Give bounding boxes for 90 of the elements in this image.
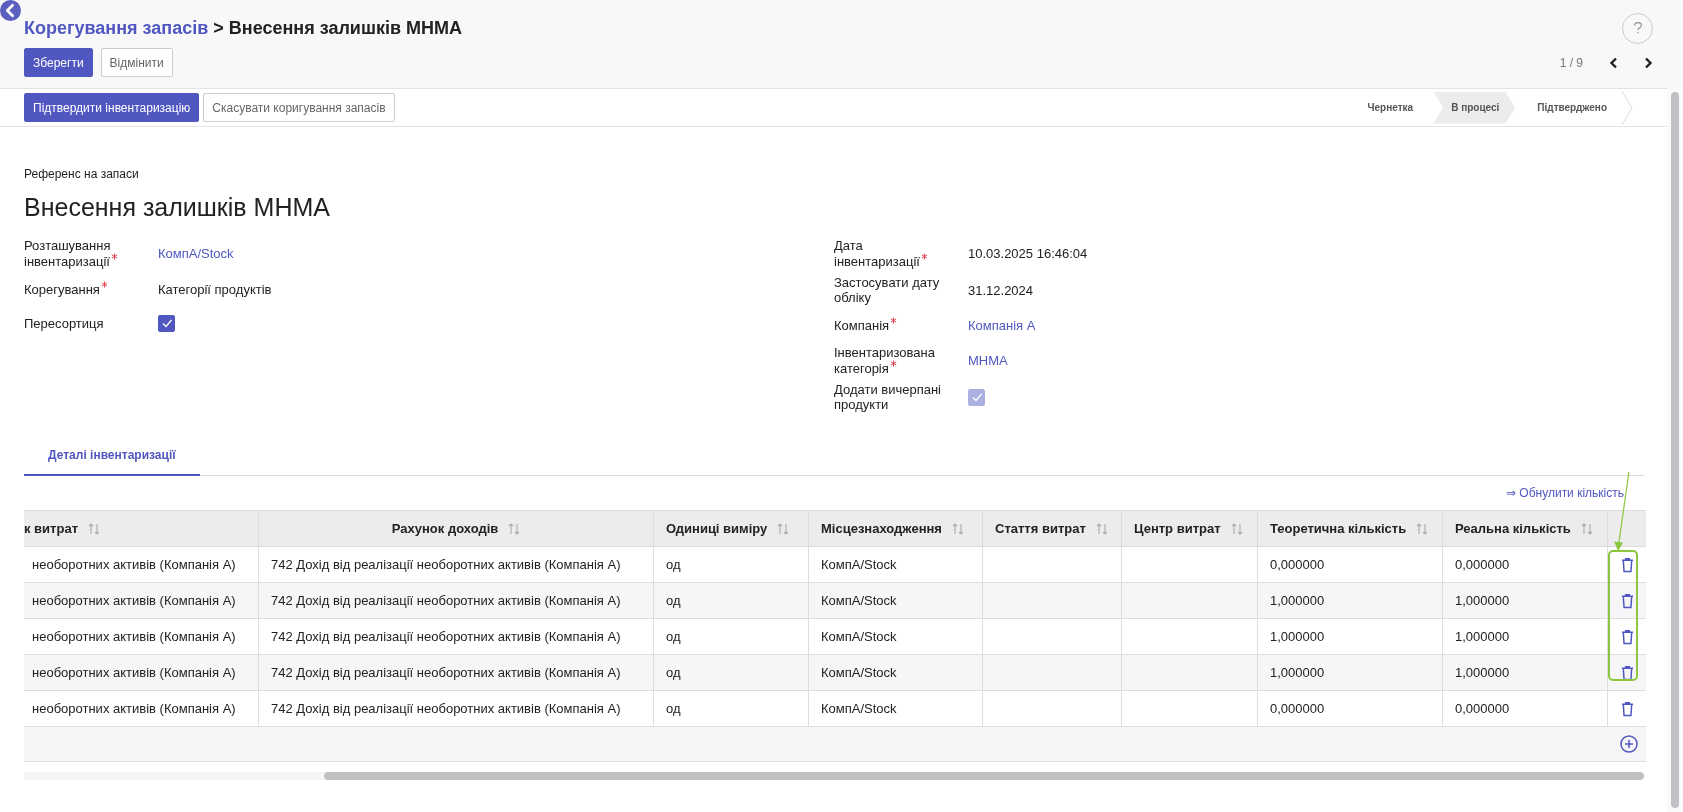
table-cell: од — [666, 557, 681, 572]
confirm-button[interactable]: Підтвердити інвентаризацію — [24, 93, 200, 122]
field-value: Категорії продуктів — [158, 281, 272, 297]
add-icon[interactable] — [1620, 735, 1638, 753]
checkbox[interactable] — [158, 314, 175, 332]
save-button[interactable]: Зберегти — [24, 48, 93, 77]
back-icon[interactable] — [0, 0, 21, 21]
column-header[interactable]: Центр витрат — [1122, 511, 1258, 546]
help-button[interactable] — [1622, 12, 1653, 44]
status-stage[interactable]: В процесі — [1433, 91, 1516, 124]
sort-icon[interactable] — [1416, 521, 1429, 536]
table-cell: 0,000000 — [1455, 701, 1510, 716]
table-cell: необоротних активів (Компанія А) — [32, 665, 236, 680]
sort-icon[interactable] — [951, 521, 964, 536]
trash-icon[interactable] — [1620, 700, 1634, 717]
sort-icon[interactable] — [777, 521, 790, 536]
page-title: Внесення залишків МНМА — [228, 17, 462, 39]
field-link[interactable]: Компанія А — [968, 317, 1036, 333]
vertical-scrollbar[interactable] — [1667, 88, 1683, 812]
field-label: Додати вичерпані продукти — [834, 382, 941, 412]
table-cell: КомпА/Stock — [821, 665, 897, 680]
column-header[interactable]: к витрат — [24, 511, 259, 546]
table-cell: КомпА/Stock — [821, 593, 897, 608]
sort-icon[interactable] — [1095, 521, 1108, 536]
table-cell: од — [666, 665, 681, 680]
check-icon — [160, 317, 173, 329]
next-icon[interactable] — [1643, 56, 1653, 69]
field-value: 31.12.2024 — [968, 282, 1034, 298]
trash-icon[interactable] — [1620, 556, 1634, 573]
horizontal-scrollbar[interactable] — [24, 772, 1644, 780]
table-cell: 1,000000 — [1455, 593, 1510, 608]
column-header[interactable]: Місцезнаходження — [809, 511, 983, 546]
table-cell: 1,000000 — [1270, 629, 1325, 644]
field-label: Застосувати дату обліку — [834, 275, 940, 305]
table-cell: КомпА/Stock — [821, 701, 897, 716]
field-value: 10.03.2025 16:46:04 — [968, 246, 1088, 261]
status-stage[interactable]: Чернетка — [1349, 91, 1430, 124]
field-label: Компанія — [834, 318, 890, 333]
table-cell: 742 Дохід від реалізації необоротних активів (Компанія А) — [271, 593, 621, 608]
sort-icon[interactable] — [88, 521, 100, 536]
table-cell: од — [666, 629, 681, 644]
record-title: Внесення залишків МНМА — [24, 193, 331, 222]
table-cell: КомпА/Stock — [821, 557, 897, 572]
field-label: Корегування — [24, 282, 100, 297]
table-cell: 0,000000 — [1270, 701, 1325, 716]
table-cell: КомпА/Stock — [821, 629, 897, 644]
column-header[interactable]: Рахунок доходів — [259, 511, 654, 546]
sort-icon[interactable] — [1580, 521, 1593, 536]
status-stage[interactable]: Підтверджено — [1519, 91, 1623, 124]
field-label: Розташування інвентаризації — [24, 238, 111, 269]
table-cell: 742 Дохід від реалізації необоротних активів (Компанія А) — [271, 557, 621, 572]
field-link[interactable]: КомпА/Stock — [158, 246, 234, 261]
trash-icon[interactable] — [1620, 628, 1634, 645]
trash-icon[interactable] — [1620, 664, 1634, 681]
table-cell: необоротних активів (Компанія А) — [32, 557, 236, 572]
sort-icon[interactable] — [508, 521, 521, 536]
table-cell: 1,000000 — [1270, 593, 1325, 608]
sort-icon[interactable] — [1230, 521, 1243, 536]
table-cell: 1,000000 — [1270, 665, 1325, 680]
table-cell: 742 Дохід від реалізації необоротних активів (Компанія А) — [271, 665, 621, 680]
table-cell: 0,000000 — [1270, 557, 1325, 572]
reset-quantity-link[interactable]: ⇒ Обнулити кількість — [1506, 486, 1624, 500]
table-cell: од — [666, 593, 681, 608]
table-cell: 742 Дохід від реалізації необоротних активів (Компанія А) — [271, 629, 621, 644]
column-header[interactable]: Стаття витрат — [983, 511, 1122, 546]
table-cell: 742 Дохід від реалізації необоротних активів (Компанія А) — [271, 701, 621, 716]
column-header[interactable]: Одиниці виміру — [654, 511, 809, 546]
table-cell: необоротних активів (Компанія А) — [32, 701, 236, 716]
table-cell: необоротних активів (Компанія А) — [32, 593, 236, 608]
breadcrumb-link[interactable]: Корегування запасів — [24, 17, 209, 39]
previous-icon[interactable] — [1609, 56, 1619, 69]
field-label: Інвентаризована категорія — [834, 345, 935, 376]
table-cell: од — [666, 701, 681, 716]
table-cell: необоротних активів (Компанія А) — [32, 629, 236, 644]
table-cell: 1,000000 — [1455, 629, 1510, 644]
field-label: Референс на запаси — [24, 167, 140, 181]
cancel-button[interactable]: Скасувати коригування запасів — [203, 93, 395, 122]
tab[interactable]: Деталі інвентаризації — [24, 438, 200, 476]
trash-icon[interactable] — [1620, 592, 1634, 609]
table-cell: 0,000000 — [1455, 557, 1510, 572]
breadcrumb-separator: > — [213, 17, 224, 39]
table-cell: 1,000000 — [1455, 665, 1510, 680]
column-header[interactable]: Реальна кількість — [1443, 511, 1608, 546]
column-header[interactable]: Теоретична кількість — [1258, 511, 1443, 546]
discard-button[interactable]: Відмінити — [100, 48, 173, 77]
question-icon — [1632, 21, 1643, 35]
pager-counter: 1 / 9 — [1559, 55, 1583, 70]
field-label: Пересортиця — [24, 315, 104, 331]
field-label: Дата інвентаризації — [834, 238, 920, 269]
field-link[interactable]: МНМА — [968, 353, 1008, 368]
